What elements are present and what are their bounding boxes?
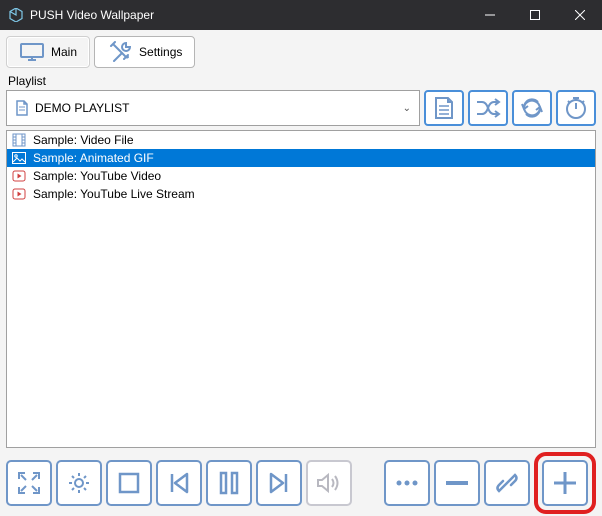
tab-settings-label: Settings xyxy=(139,45,182,59)
list-item-label: Sample: YouTube Live Stream xyxy=(33,187,195,201)
playlist-dropdown[interactable]: DEMO PLAYLIST ⌄ xyxy=(6,90,420,126)
image-file-icon xyxy=(11,151,27,165)
list-item-label: Sample: YouTube Video xyxy=(33,169,161,183)
add-button[interactable] xyxy=(542,460,588,506)
youtube-icon xyxy=(11,169,27,183)
playlist-label: Playlist xyxy=(6,74,596,88)
playlist-selected-text: DEMO PLAYLIST xyxy=(35,101,397,115)
playlist-list-button[interactable] xyxy=(424,90,464,126)
fullscreen-button[interactable] xyxy=(6,460,52,506)
list-item[interactable]: Sample: Animated GIF xyxy=(7,149,595,167)
tab-main-label: Main xyxy=(51,45,77,59)
playlist-section: Playlist DEMO PLAYLIST ⌄ xyxy=(6,74,596,448)
list-item-label: Sample: Animated GIF xyxy=(33,151,154,165)
playlist-toolbar: DEMO PLAYLIST ⌄ xyxy=(6,90,596,126)
list-item[interactable]: Sample: YouTube Live Stream xyxy=(7,185,595,203)
monitor-icon xyxy=(19,41,45,63)
link-button[interactable] xyxy=(484,460,530,506)
list-item-label: Sample: Video File xyxy=(33,133,134,147)
pause-button[interactable] xyxy=(206,460,252,506)
highlight-annotation xyxy=(534,452,596,514)
more-button[interactable] xyxy=(384,460,430,506)
minimize-button[interactable] xyxy=(467,0,512,30)
app-icon xyxy=(8,7,24,23)
tab-main[interactable]: Main xyxy=(6,36,90,68)
stop-button[interactable] xyxy=(106,460,152,506)
list-item[interactable]: Sample: YouTube Video xyxy=(7,167,595,185)
next-button[interactable] xyxy=(256,460,302,506)
window-title: PUSH Video Wallpaper xyxy=(30,8,467,22)
document-icon xyxy=(15,100,29,116)
chevron-down-icon: ⌄ xyxy=(403,103,411,114)
tab-bar: Main Settings xyxy=(6,36,596,68)
close-button[interactable] xyxy=(557,0,602,30)
shuffle-button[interactable] xyxy=(468,90,508,126)
youtube-icon xyxy=(11,187,27,201)
content-area: Main Settings Playlist DEMO PLAYLIST ⌄ xyxy=(0,30,602,516)
video-file-icon xyxy=(11,133,27,147)
remove-button[interactable] xyxy=(434,460,480,506)
playlist-items[interactable]: Sample: Video File Sample: Animated GIF … xyxy=(6,130,596,448)
maximize-button[interactable] xyxy=(512,0,557,30)
window-controls xyxy=(467,0,602,30)
repeat-button[interactable] xyxy=(512,90,552,126)
tab-settings[interactable]: Settings xyxy=(94,36,195,68)
bottom-controls xyxy=(6,456,596,510)
tools-icon xyxy=(107,41,133,63)
previous-button[interactable] xyxy=(156,460,202,506)
volume-button[interactable] xyxy=(306,460,352,506)
settings-button[interactable] xyxy=(56,460,102,506)
timer-button[interactable] xyxy=(556,90,596,126)
titlebar: PUSH Video Wallpaper xyxy=(0,0,602,30)
list-item[interactable]: Sample: Video File xyxy=(7,131,595,149)
